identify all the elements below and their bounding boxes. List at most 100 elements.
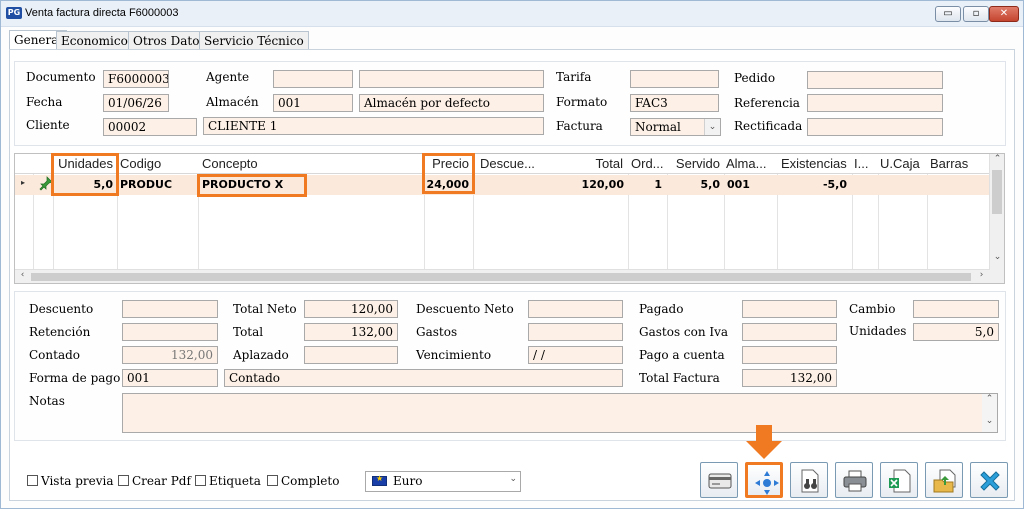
checkbox-box[interactable] xyxy=(27,475,38,486)
unidades-field[interactable]: 5,0 xyxy=(913,323,999,341)
documento-label: Documento xyxy=(26,70,96,84)
horizontal-scrollbar[interactable]: ‹ › xyxy=(15,269,990,283)
maximize-button[interactable]: ▫ xyxy=(963,6,989,22)
aplazado-field[interactable] xyxy=(304,346,398,364)
factura-select[interactable]: Normal ⌄ xyxy=(630,118,721,136)
formato-field[interactable]: FAC3 xyxy=(630,94,719,112)
contado-field[interactable]: 132,00 xyxy=(122,346,218,364)
descuento-field[interactable] xyxy=(122,300,218,318)
folder-open-icon xyxy=(933,469,956,493)
pagado-field[interactable] xyxy=(742,300,837,318)
close-window-button[interactable]: ✕ xyxy=(989,6,1019,22)
col-almacen[interactable]: Alma... xyxy=(726,156,766,171)
card-payment-button[interactable] xyxy=(700,462,738,498)
agente-code-field[interactable] xyxy=(273,70,353,88)
lines-grid[interactable]: Unidades Codigo Concepto Precio Descue..… xyxy=(14,153,1005,284)
etiqueta-checkbox[interactable]: Etiqueta xyxy=(195,474,261,488)
descuento-neto-field[interactable] xyxy=(528,300,623,318)
excel-file-icon xyxy=(889,469,911,493)
currency-select[interactable]: Euro ⌄ xyxy=(365,471,521,492)
notas-scrollbar[interactable]: ⌃ ⌄ xyxy=(982,394,997,432)
chevron-down-icon: ⌄ xyxy=(704,119,720,135)
open-folder-button[interactable] xyxy=(925,462,963,498)
table-row[interactable]: ▸ 5,0 PRODUC PRODUCTO X 24,000 120,00 1 … xyxy=(15,175,990,195)
col-descuento[interactable]: Descue... xyxy=(480,156,535,171)
cell-codigo[interactable]: PRODUC xyxy=(120,178,172,191)
col-orden[interactable]: Ord... xyxy=(631,156,664,171)
close-button[interactable] xyxy=(970,462,1008,498)
minimize-button[interactable]: ▭ xyxy=(935,6,961,22)
pago-cuenta-field[interactable] xyxy=(742,346,837,364)
horizontal-scroll-thumb[interactable] xyxy=(31,273,971,281)
cell-almacen[interactable]: 001 xyxy=(727,178,750,191)
vencimiento-field[interactable]: / / xyxy=(528,346,623,364)
total-neto-field[interactable]: 120,00 xyxy=(304,300,398,318)
cell-servido[interactable]: 5,0 xyxy=(668,178,721,191)
col-servido[interactable]: Servido xyxy=(668,156,720,171)
col-barras[interactable]: Barras xyxy=(930,156,968,171)
tab-economicos[interactable]: Economicos xyxy=(56,31,139,50)
cell-orden[interactable]: 1 xyxy=(631,178,662,191)
pedido-field[interactable] xyxy=(807,71,943,89)
forma-pago-code-field[interactable]: 001 xyxy=(122,369,218,387)
col-i[interactable]: I... xyxy=(854,156,868,171)
col-concepto[interactable]: Concepto xyxy=(202,156,258,171)
scroll-up-icon[interactable]: ⌃ xyxy=(982,394,997,404)
cliente-name-field[interactable]: CLIENTE 1 xyxy=(203,117,544,135)
col-codigo[interactable]: Codigo xyxy=(120,156,161,171)
almacen-code-field[interactable]: 001 xyxy=(273,94,353,112)
excel-export-button[interactable] xyxy=(880,462,918,498)
grid-header: Unidades Codigo Concepto Precio Descue..… xyxy=(15,154,990,174)
referencia-label: Referencia xyxy=(734,96,800,110)
col-existencias[interactable]: Existencias xyxy=(781,156,847,171)
vertical-scrollbar[interactable]: ⌃ ⌄ xyxy=(989,154,1004,283)
rectificada-field[interactable] xyxy=(807,118,943,136)
checkbox-box[interactable] xyxy=(195,475,206,486)
col-ucaja[interactable]: U.Caja xyxy=(880,156,920,171)
currency-value: Euro xyxy=(393,474,423,488)
distribute-button[interactable] xyxy=(745,462,783,498)
fecha-label: Fecha xyxy=(26,95,63,109)
search-document-button[interactable] xyxy=(790,462,828,498)
cliente-code-field[interactable]: 00002 xyxy=(103,118,197,136)
tab-servicio-tecnico[interactable]: Servicio Técnico xyxy=(199,31,309,50)
checkbox-box[interactable] xyxy=(118,475,129,486)
gastos-iva-label: Gastos con Iva xyxy=(639,325,729,339)
forma-pago-name-field[interactable]: Contado xyxy=(224,369,623,387)
tarifa-label: Tarifa xyxy=(556,70,592,84)
contado-label: Contado xyxy=(29,348,81,362)
title-bar[interactable]: PG Venta factura directa F6000003 ▭ ▫ ✕ xyxy=(1,1,1023,27)
gastos-field[interactable] xyxy=(528,323,623,341)
referencia-field[interactable] xyxy=(807,94,943,112)
total-factura-label: Total Factura xyxy=(639,371,720,385)
scroll-up-icon[interactable]: ⌃ xyxy=(990,154,1005,164)
cell-existencias[interactable]: -5,0 xyxy=(781,178,847,191)
retencion-field[interactable] xyxy=(122,323,218,341)
col-total[interactable]: Total xyxy=(575,156,623,171)
cambio-field[interactable] xyxy=(913,300,999,318)
scroll-left-icon[interactable]: ‹ xyxy=(15,270,30,280)
tarifa-field[interactable] xyxy=(630,70,719,88)
completo-checkbox[interactable]: Completo xyxy=(267,474,339,488)
crear-pdf-label: Crear Pdf xyxy=(132,474,191,488)
eu-flag-icon xyxy=(372,474,387,486)
scroll-down-icon[interactable]: ⌄ xyxy=(982,416,997,426)
checkbox-box[interactable] xyxy=(267,475,278,486)
almacen-name-field[interactable]: Almacén por defecto xyxy=(359,94,544,112)
vertical-scroll-thumb[interactable] xyxy=(992,170,1002,214)
scroll-down-icon[interactable]: ⌄ xyxy=(990,252,1005,262)
scroll-right-icon[interactable]: › xyxy=(974,270,989,280)
window-title: Venta factura directa F6000003 xyxy=(25,7,179,19)
print-button[interactable] xyxy=(835,462,873,498)
gastos-iva-field[interactable] xyxy=(742,323,837,341)
crear-pdf-checkbox[interactable]: Crear Pdf xyxy=(118,474,191,488)
fecha-field[interactable]: 01/06/26 xyxy=(103,94,169,112)
total-field[interactable]: 132,00 xyxy=(304,323,398,341)
agente-name-field[interactable] xyxy=(359,70,544,88)
cell-total[interactable]: 120,00 xyxy=(560,178,624,191)
notas-textarea[interactable]: ⌃ ⌄ xyxy=(122,393,998,433)
vista-previa-checkbox[interactable]: Vista previa xyxy=(27,474,114,488)
total-factura-field[interactable]: 132,00 xyxy=(742,369,837,387)
pagado-label: Pagado xyxy=(639,302,684,316)
documento-field[interactable]: F6000003 xyxy=(103,70,169,88)
